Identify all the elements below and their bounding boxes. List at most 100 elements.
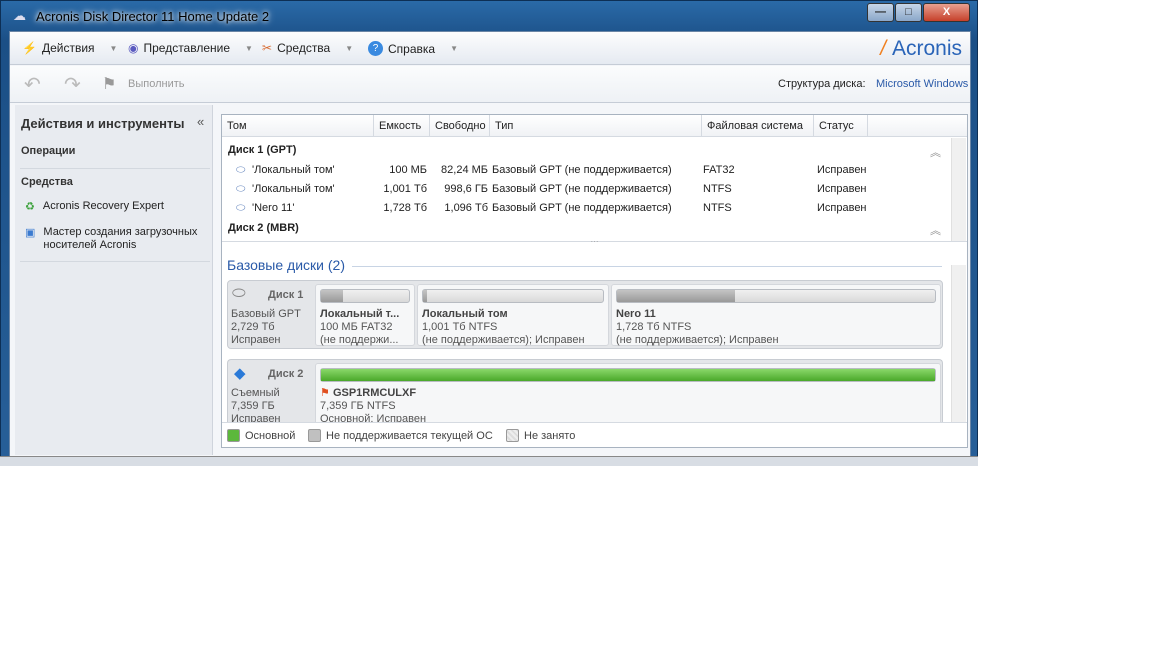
legend-label: Не поддерживается текущей ОС — [326, 429, 493, 442]
help-icon: ? — [368, 41, 383, 56]
sidebar-item-boot-media[interactable]: ▣ Мастер создания загрузочных носителей A… — [25, 226, 205, 252]
partition-block[interactable]: ⚑ GSP1RMCULXF 7,359 ГБ NTFS Основной; Испр… — [315, 363, 941, 422]
status: Исправен — [817, 202, 867, 214]
disk-name: Диск 2 — [268, 368, 304, 380]
partition-status: (не поддержи... — [320, 334, 399, 346]
partition-status: (не поддерживается); Исправен — [422, 334, 585, 346]
partition-name: Nero 11 — [616, 308, 656, 320]
volume-name: 'Nero 11' — [252, 202, 295, 214]
disk-size: 2,729 Тб — [231, 321, 275, 333]
menu-label: Действия — [41, 41, 95, 55]
column-header-filesystem[interactable]: Файловая система — [702, 115, 814, 137]
disk-card-2[interactable]: ◆ Диск 2 Съемный 7,359 ГБ Исправен ⚑ GSP… — [227, 359, 943, 422]
partition-block[interactable]: Локальный т... 100 МБ FAT32 (не поддержи.… — [315, 284, 415, 346]
checkered-flag-icon: ⚑ — [102, 76, 117, 93]
chevron-down-icon: ▼ — [345, 43, 354, 53]
sidebar-item-recovery-expert[interactable]: ♻ Acronis Recovery Expert — [25, 200, 164, 213]
partition-info: 100 МБ FAT32 — [320, 321, 393, 333]
volume-type: Базовый GPT (не поддерживается) — [492, 164, 672, 176]
filesystem: NTFS — [703, 202, 732, 214]
group-label: Диск 1 (GPT) — [228, 144, 297, 156]
menu-tools[interactable]: ✂ Средства ▼ — [262, 41, 353, 55]
collapse-group-icon[interactable]: ︽ — [930, 144, 941, 160]
usage-bar — [422, 289, 604, 303]
free-space: 82,24 МБ — [441, 164, 488, 176]
collapse-button[interactable]: « — [197, 114, 204, 129]
partition-info: 7,359 ГБ NTFS — [320, 400, 396, 412]
column-header-capacity[interactable]: Емкость — [374, 115, 430, 137]
disk-card-1[interactable]: ⬭ Диск 1 Базовый GPT 2,729 Тб Исправен Л… — [227, 280, 943, 349]
capacity: 1,001 Тб — [383, 183, 427, 195]
table-scrollbar[interactable] — [951, 138, 966, 241]
eye-icon: ◉ — [128, 41, 139, 55]
column-header-free[interactable]: Свободно — [430, 115, 490, 137]
status: Исправен — [817, 164, 867, 176]
group-label: Диск 2 (MBR) — [228, 222, 299, 234]
disk-status: Исправен — [231, 413, 281, 422]
recycle-icon: ♻ — [25, 201, 35, 213]
undo-icon[interactable]: ↶ — [24, 72, 41, 97]
disk-size: 7,359 ГБ — [231, 400, 275, 412]
table-row[interactable]: ⬭ 'Nero 11' 1,728 Тб 1,096 Тб Базовый GPT (н… — [222, 199, 950, 218]
legend-label: Не занято — [524, 429, 576, 442]
volume-type: Базовый GPT (не поддерживается) — [492, 183, 672, 195]
flag-icon: ⚑ — [320, 387, 330, 399]
group-row-disk1[interactable]: Диск 1 (GPT) ︽ — [222, 141, 950, 160]
hard-disk-icon: ⬭ — [232, 285, 246, 302]
chevron-down-icon: ▼ — [245, 43, 253, 53]
column-header-volume[interactable]: Том — [222, 115, 374, 137]
usage-bar — [320, 368, 936, 382]
menu-label: Представление — [143, 41, 231, 55]
legend: Основной Не поддерживается текущей ОС Не… — [222, 422, 967, 447]
sidebar: Действия и инструменты « Операции Средст… — [15, 105, 213, 455]
chevron-down-icon: ▼ — [450, 44, 458, 53]
volume-type: Базовый GPT (не поддерживается) — [492, 202, 672, 214]
table-row[interactable]: ⬭ 'Локальный том' 1,001 Тб 998,6 ГБ Базовый … — [222, 180, 950, 199]
partition-name: Локальный том — [422, 308, 508, 320]
partition-name: GSP1RMCULXF — [332, 387, 417, 399]
menu-help[interactable]: ? Справка ▼ — [368, 41, 458, 56]
redo-icon[interactable]: ↷ — [64, 72, 81, 97]
partition-block[interactable]: Локальный том 1,001 Тб NTFS (не поддержив… — [417, 284, 609, 346]
partition-info: 1,728 Тб NTFS — [616, 321, 692, 333]
partition-status: Основной; Исправен — [320, 413, 427, 422]
operations-heading: Операции — [21, 145, 76, 157]
usage-bar — [616, 289, 936, 303]
free-space: 1,096 Тб — [444, 202, 488, 214]
basic-disks-title: Базовые диски (2) — [227, 257, 345, 273]
capacity: 100 МБ — [389, 164, 427, 176]
column-header-status[interactable]: Статус — [814, 115, 868, 137]
actions-icon: ⚡ — [22, 41, 37, 55]
table-row[interactable]: ⬭ 'Локальный том' 100 МБ 82,24 МБ Базовый GP… — [222, 161, 950, 180]
minimize-button[interactable]: — — [867, 3, 894, 22]
column-header-type[interactable]: Тип — [490, 115, 702, 137]
filesystem: FAT32 — [703, 164, 735, 176]
splitter-handle[interactable]: ··· — [222, 238, 967, 246]
volume-icon: ⬭ — [236, 164, 246, 176]
disk-layout-label: Структура диска: — [778, 78, 866, 90]
free-space: 998,6 ГБ — [444, 183, 488, 195]
menu-view[interactable]: ◉ Представление ▼ — [128, 41, 253, 55]
legend-swatch-unsupported — [308, 429, 321, 442]
disk-status: Исправен — [231, 334, 281, 346]
usb-drive-icon: ◆ — [234, 365, 246, 382]
acronis-logo: / Acronis — [880, 37, 962, 60]
disk-map-scrollbar[interactable] — [951, 265, 966, 422]
partition-block[interactable]: Nero 11 1,728 Тб NTFS (не поддерживается)… — [611, 284, 941, 346]
volume-name: 'Локальный том' — [252, 183, 335, 195]
run-button[interactable]: Выполнить — [128, 78, 184, 90]
collapse-group-icon[interactable]: ︽ — [930, 222, 941, 238]
table-header: Том Емкость Свободно Тип Файловая систем… — [222, 115, 967, 137]
chevron-down-icon: ▼ — [109, 43, 118, 53]
filesystem: NTFS — [703, 183, 732, 195]
disk-layout-link[interactable]: Microsoft Windows — [876, 78, 968, 90]
main-area: ⚡ Действия ▼ ◉ Представление ▼ ✂ Средства ▼ ? С… — [9, 31, 971, 457]
group-row-disk2[interactable]: Диск 2 (MBR) ︽ — [222, 219, 950, 238]
disk-name: Диск 1 — [268, 289, 304, 301]
partition-info: 1,001 Тб NTFS — [422, 321, 498, 333]
legend-swatch-unallocated — [506, 429, 519, 442]
menu-actions[interactable]: ⚡ Действия ▼ — [22, 41, 117, 55]
maximize-button[interactable]: □ — [895, 3, 922, 22]
close-button[interactable]: X — [923, 3, 970, 22]
tools-heading: Средства — [21, 176, 73, 188]
